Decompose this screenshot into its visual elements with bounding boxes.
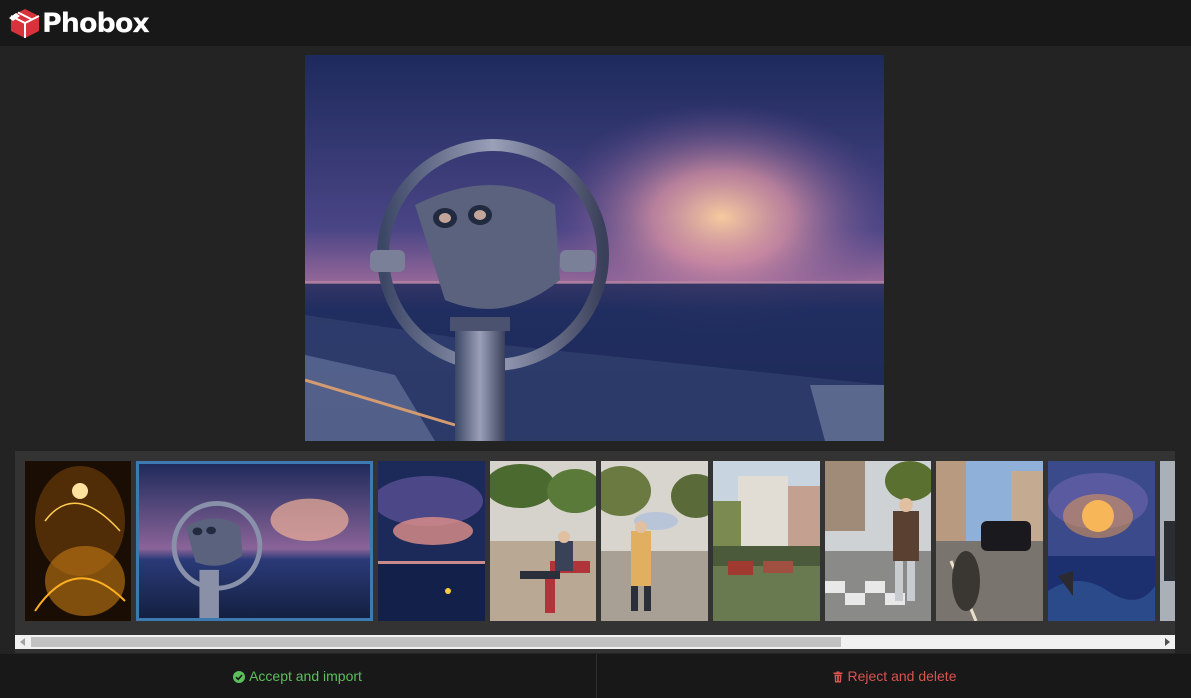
- thumb-binoculars[interactable]: [136, 461, 373, 621]
- check-circle-icon: [233, 670, 246, 683]
- horizontal-scrollbar[interactable]: [15, 635, 1175, 649]
- thumb-umbrella-walk[interactable]: [601, 461, 708, 621]
- box-icon: [8, 7, 42, 39]
- app-window: Phobox Accept and import Reject and dele…: [0, 0, 1191, 698]
- scrollbar-thumb[interactable]: [31, 637, 841, 647]
- reject-label: Reject and delete: [847, 668, 957, 684]
- scroll-left-arrow-icon[interactable]: [15, 635, 31, 649]
- thumb-chess-street[interactable]: [825, 461, 931, 621]
- accept-label: Accept and import: [249, 668, 362, 684]
- reject-and-delete-button[interactable]: Reject and delete: [596, 654, 1191, 698]
- accept-and-import-button[interactable]: Accept and import: [0, 654, 595, 698]
- thumb-man-on-bench[interactable]: [490, 461, 596, 621]
- scroll-right-arrow-icon[interactable]: [1159, 635, 1175, 649]
- thumb-fireworks[interactable]: [25, 461, 131, 621]
- trash-icon: [832, 670, 844, 683]
- header-bar: Phobox: [0, 0, 1191, 46]
- app-name: Phobox: [42, 7, 150, 39]
- main-preview-image: [305, 55, 884, 441]
- thumb-sunset-sea[interactable]: [378, 461, 485, 621]
- thumbnail-strip[interactable]: [15, 451, 1175, 653]
- action-bar: Accept and import Reject and delete: [0, 654, 1191, 698]
- thumb-canal-houses[interactable]: [713, 461, 820, 621]
- thumb-partial[interactable]: [1160, 461, 1175, 621]
- thumb-taxi-street[interactable]: [936, 461, 1043, 621]
- thumb-sun-waves[interactable]: [1048, 461, 1155, 621]
- app-logo[interactable]: Phobox: [8, 6, 150, 40]
